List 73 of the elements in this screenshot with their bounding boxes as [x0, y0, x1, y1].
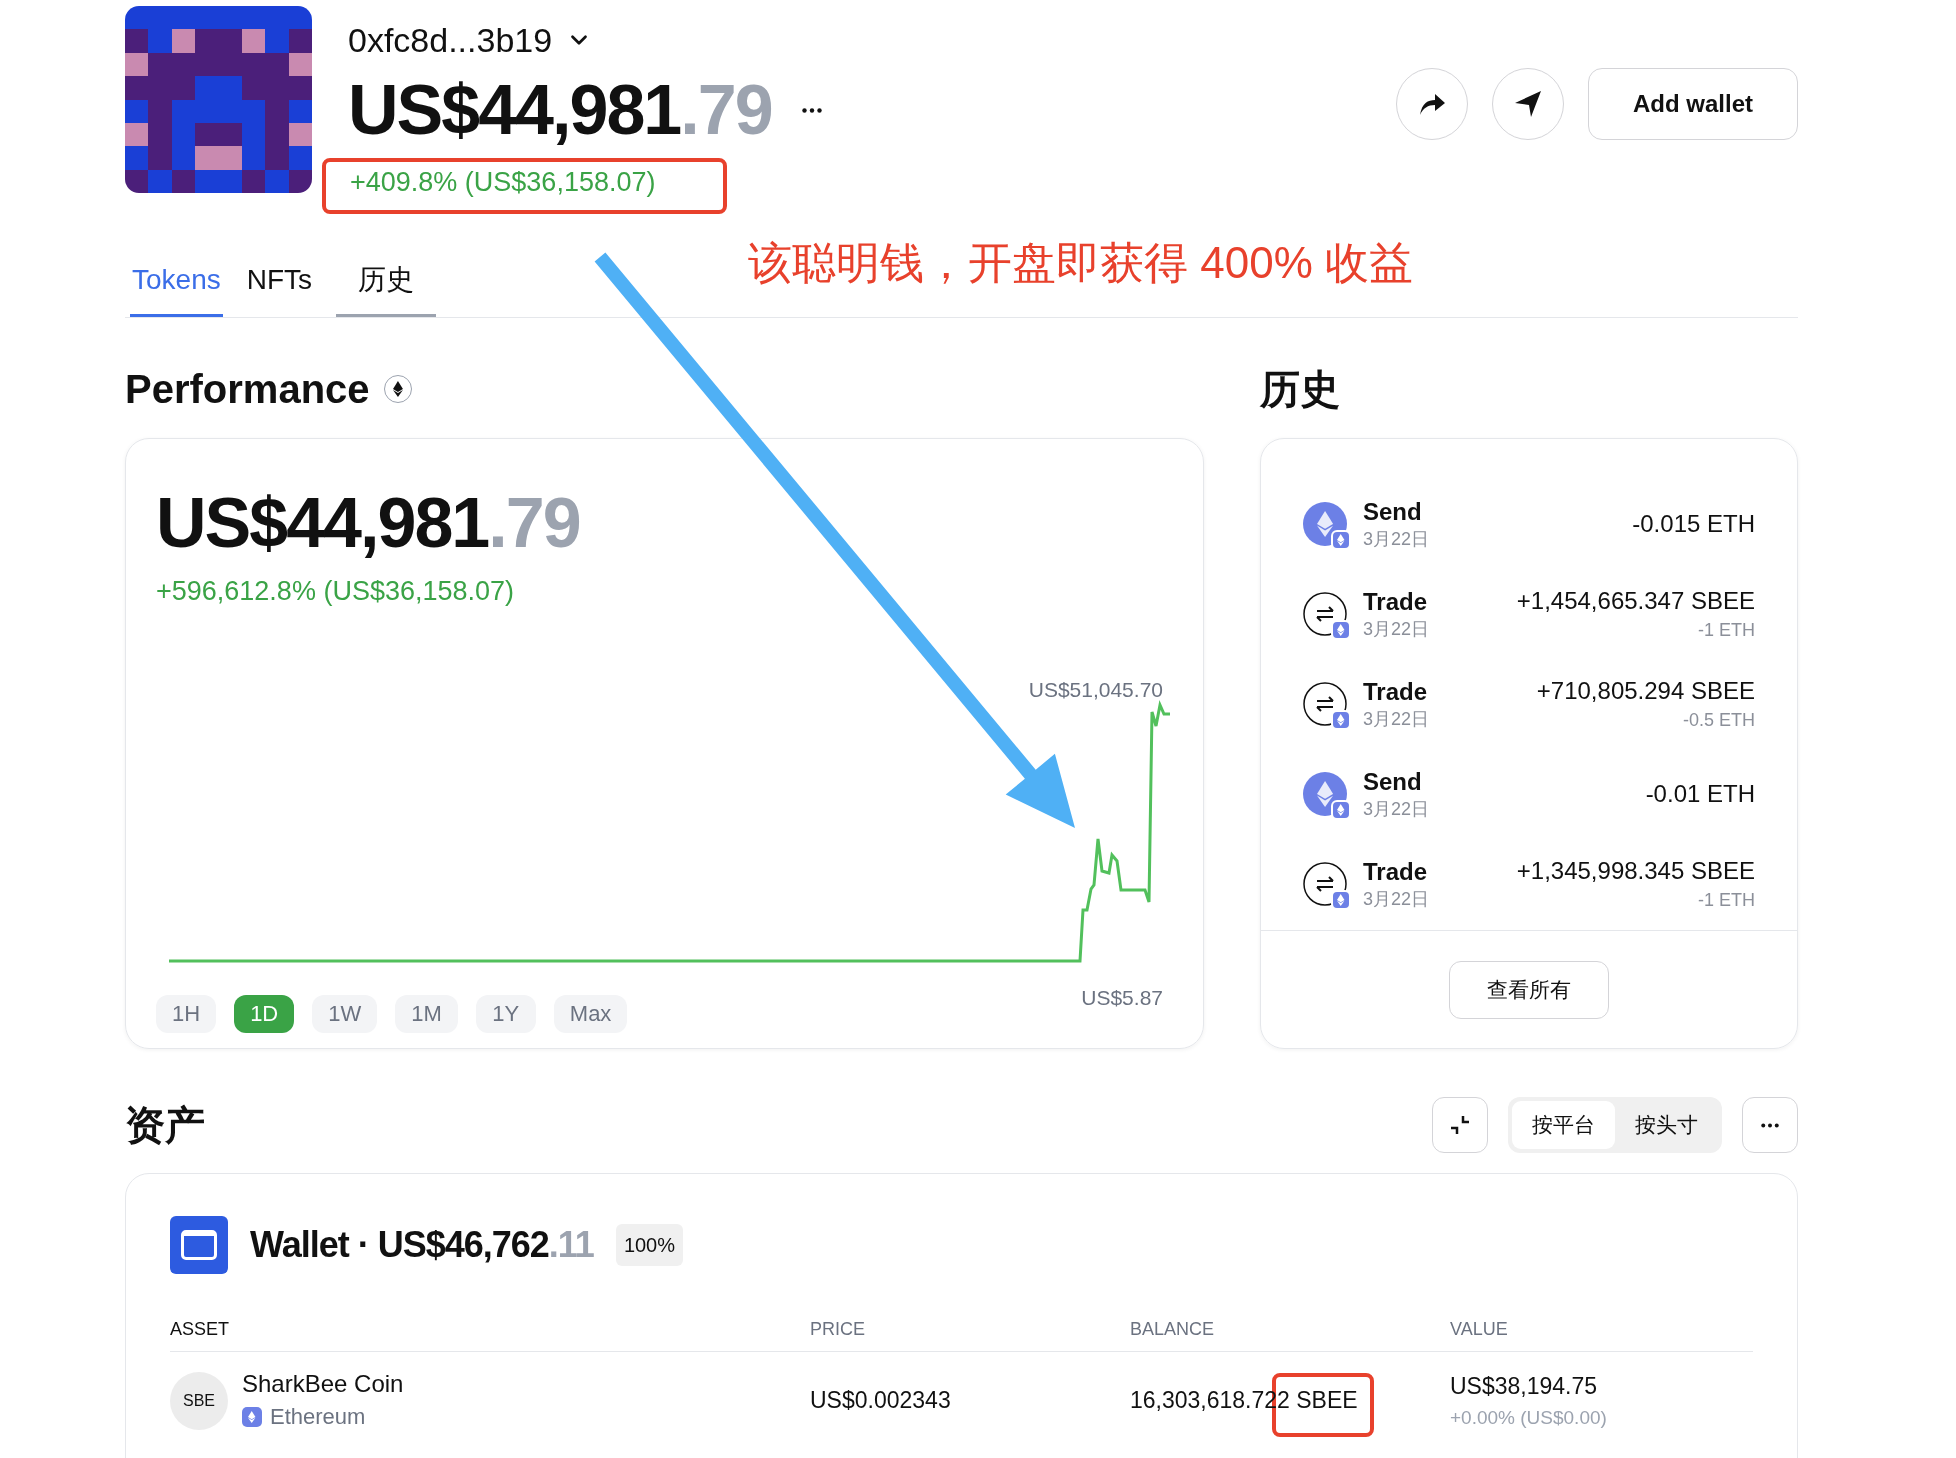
- history-item[interactable]: Send 3月22日 -0.015 ETH: [1303, 479, 1755, 569]
- range-chip[interactable]: 1H: [156, 994, 217, 1033]
- more-icon[interactable]: [801, 107, 822, 113]
- transaction-type: Send: [1363, 767, 1423, 797]
- annotation-text: 该聪明钱，开盘即获得 400% 收益: [748, 237, 1413, 289]
- transaction-sub-amount: -1 ETH: [1698, 889, 1755, 912]
- column-header: PRICE: [810, 1318, 866, 1341]
- wallet-total: Wallet · US$46,762.11: [250, 1223, 594, 1267]
- balance-change: +409.8% (US$36,158.07): [350, 166, 656, 198]
- column-header: BALANCE: [1130, 1318, 1216, 1341]
- transaction-amount: +710,805.294 SBEE: [1536, 676, 1755, 706]
- token-value: US$38,194.75: [1450, 1372, 1599, 1401]
- chart-high-label: US$51,045.70: [1028, 676, 1163, 703]
- transaction-date: 3月22日: [1363, 528, 1430, 551]
- history-item[interactable]: Trade 3月22日 +1,454,665.347 SBEE -1 ETH: [1303, 569, 1755, 659]
- transaction-date: 3月22日: [1363, 798, 1430, 821]
- collapse-corners-icon: [1449, 1114, 1471, 1136]
- ethereum-logo-icon: [248, 1410, 256, 1423]
- ethereum-logo-icon: [1316, 511, 1334, 537]
- ethereum-logo-icon: [1316, 781, 1334, 807]
- transaction-sub-amount: -0.5 ETH: [1682, 709, 1755, 732]
- history-item[interactable]: Send 3月22日 -0.01 ETH: [1303, 749, 1755, 839]
- section-title: Performance: [125, 366, 370, 413]
- toggle-option[interactable]: 按头寸: [1615, 1101, 1718, 1149]
- range-chip[interactable]: Max: [553, 994, 628, 1033]
- wallet-icon: [170, 1216, 228, 1274]
- section-title: 资产: [125, 1102, 205, 1149]
- ethereum-icon: [1337, 804, 1345, 816]
- transaction-date: 3月22日: [1363, 888, 1430, 911]
- transaction-amount: -0.015 ETH: [1632, 509, 1755, 539]
- transaction-type: Trade: [1363, 857, 1429, 887]
- toggle-option[interactable]: 按平台: [1512, 1101, 1615, 1149]
- transaction-date: 3月22日: [1363, 708, 1430, 731]
- share-arrow-icon: [1418, 91, 1446, 117]
- range-chip[interactable]: 1W: [312, 994, 378, 1033]
- history-item[interactable]: Trade 3月22日 +1,345,998.345 SBEE -1 ETH: [1303, 839, 1755, 929]
- total-balance: US$44,981.79: [348, 70, 772, 150]
- transaction-amount: +1,454,665.347 SBEE: [1516, 586, 1755, 616]
- network-name: Ethereum: [270, 1403, 366, 1431]
- ethereum-icon: [1337, 534, 1345, 546]
- navigation-arrow-icon: [1514, 90, 1542, 118]
- more-icon: [1761, 1122, 1779, 1128]
- token-avatar: SBE: [170, 1371, 228, 1430]
- view-all-button[interactable]: 查看所有: [1449, 960, 1609, 1019]
- transaction-amount: +1,345,998.345 SBEE: [1516, 856, 1755, 886]
- portfolio-value: US$44,981.79: [156, 483, 581, 563]
- transaction-type: Trade: [1363, 677, 1429, 707]
- transaction-type: Send: [1363, 497, 1423, 527]
- ethereum-icon: [1337, 894, 1345, 906]
- ethereum-icon: [1337, 714, 1345, 726]
- chart-low-label: US$5.87: [1081, 984, 1163, 1011]
- range-chip[interactable]: 1Y: [475, 994, 536, 1033]
- section-title: 历史: [1260, 366, 1340, 413]
- tab[interactable]: Tokens: [130, 262, 223, 317]
- ethereum-icon: [1337, 624, 1345, 636]
- column-header: ASSET: [170, 1318, 231, 1341]
- value-change: +0.00% (US$0.00): [1450, 1405, 1608, 1430]
- add-wallet-button[interactable]: Add wallet: [1588, 68, 1798, 140]
- tab[interactable]: 历史: [336, 262, 437, 317]
- column-header: VALUE: [1450, 1318, 1509, 1341]
- token-name: SharkBee Coin: [242, 1369, 404, 1399]
- history-item[interactable]: Trade 3月22日 +710,805.294 SBEE -0.5 ETH: [1303, 659, 1755, 749]
- range-chip[interactable]: 1M: [395, 994, 458, 1033]
- performance-change: +596,612.8% (US$36,158.07): [156, 575, 515, 608]
- transaction-type: Trade: [1363, 587, 1429, 617]
- transaction-date: 3月22日: [1363, 618, 1430, 641]
- transaction-amount: -0.01 ETH: [1645, 779, 1755, 809]
- wallet-address: 0xfc8d...3b19: [348, 20, 553, 60]
- ethereum-logo-icon: [392, 381, 403, 397]
- share-badge: 100%: [615, 1224, 684, 1266]
- tab[interactable]: NFTs: [244, 262, 315, 317]
- transaction-sub-amount: -1 ETH: [1698, 619, 1755, 642]
- token-price: US$0.002343: [810, 1386, 952, 1416]
